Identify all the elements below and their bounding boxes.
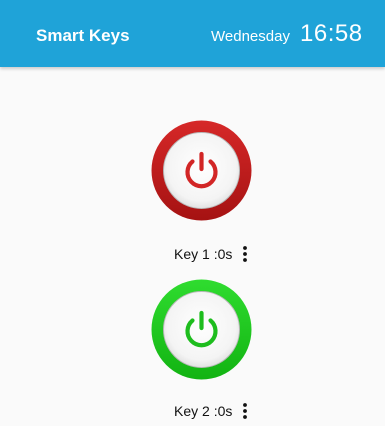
key-1-label: Key 1 :0s: [174, 246, 233, 262]
clock-time: 16:58: [300, 20, 363, 47]
more-vert-icon[interactable]: [240, 244, 250, 264]
key-1-label-row: Key 1 :0s: [174, 244, 250, 264]
key-2-label: Key 2 :0s: [174, 403, 233, 419]
app-title: Smart Keys: [36, 26, 130, 45]
key-2-label-row: Key 2 :0s: [174, 401, 250, 421]
more-vert-icon[interactable]: [240, 401, 250, 421]
day-label: Wednesday: [211, 28, 290, 45]
key-2-power-button[interactable]: [149, 277, 254, 382]
key-1-power-button[interactable]: [149, 118, 254, 223]
smart-keys-app: Smart Keys Wednesday 16:58 Key 1 :0s Key…: [0, 0, 385, 426]
app-bar: Smart Keys Wednesday 16:58: [0, 0, 385, 67]
